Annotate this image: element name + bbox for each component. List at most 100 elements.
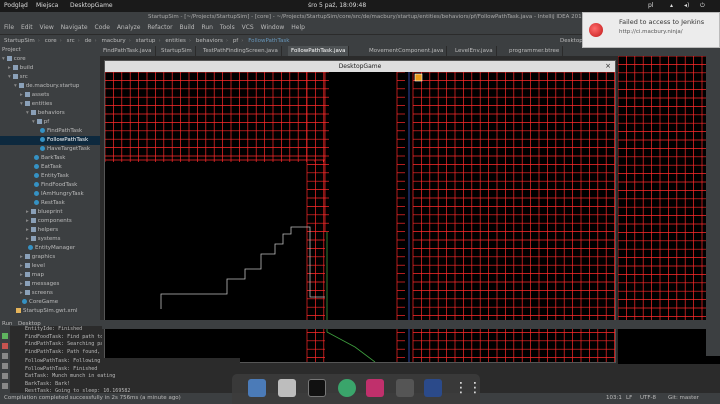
scroll-icon[interactable] [2,363,8,369]
spotify-icon[interactable] [338,379,356,397]
breadcrumb-src[interactable]: src [67,38,75,44]
tree-node[interactable]: FindPathTask [0,127,100,136]
breadcrumb-project[interactable]: StartupSim [4,38,35,44]
tree-node[interactable]: RestTask [0,199,100,208]
breadcrumb-macbury[interactable]: macbury [101,38,125,44]
vcs-branch[interactable]: Git: master [668,393,699,404]
game-canvas[interactable] [105,72,615,362]
tree-node[interactable]: ▸ build [0,64,100,73]
tree-node[interactable]: ▾ entities [0,100,100,109]
tree-node[interactable]: ▸ blueprint [0,208,100,217]
expand-arrow-icon[interactable]: ▸ [20,254,23,260]
menu-navigate[interactable]: Navigate [61,24,88,31]
menu-window[interactable]: Window [261,24,285,31]
tab-movementcomponent[interactable]: MovementComponent.java [366,46,448,56]
tree-node[interactable]: ▾ core [0,55,100,64]
notification-url[interactable]: http://ci.macbury.ninja/ [619,29,683,35]
tree-node[interactable]: StartupSim.gwt.xml [0,307,100,316]
power-icon[interactable]: ⏻ [700,0,705,12]
status-message[interactable]: Compilation completed successfully in 2s… [4,393,181,404]
expand-arrow-icon[interactable]: ▸ [8,65,11,71]
expand-arrow-icon[interactable]: ▾ [14,83,17,89]
tab-levelenv[interactable]: LevelEnv.java [452,46,497,56]
settings-icon[interactable] [2,383,8,389]
caret-position[interactable]: 103:1 [606,393,622,404]
tree-node[interactable]: ▾ de.macbury.startup [0,82,100,91]
expand-arrow-icon[interactable]: ▾ [26,110,29,116]
tab-testpathfindingscreen[interactable]: TestPathFindingScreen.java [200,46,282,56]
os-menu-places-preview[interactable]: Podgląd [4,0,28,12]
os-clock[interactable]: śro 5 paź, 18:09:48 [308,0,366,12]
close-icon[interactable]: × [605,61,611,72]
run-console-lower[interactable]: FollowPathTask: Following FollowPathTask… [10,358,240,394]
expand-arrow-icon[interactable]: ▾ [32,119,35,125]
tree-node[interactable]: ▸ level [0,262,100,271]
screenshot-icon[interactable] [396,379,414,397]
stop-icon[interactable] [2,343,8,349]
breadcrumb-followpathtask[interactable]: FollowPathTask [248,38,289,44]
tree-node[interactable]: ▸ assets [0,91,100,100]
tree-node[interactable]: ▸ messages [0,280,100,289]
tree-node[interactable]: ▸ components [0,217,100,226]
menu-code[interactable]: Code [95,24,110,31]
entity-sprite-icon[interactable] [414,73,423,82]
tree-node[interactable]: ▸ systems [0,235,100,244]
expand-arrow-icon[interactable]: ▾ [20,101,23,107]
menu-run[interactable]: Run [201,24,213,31]
file-encoding[interactable]: UTF-8 [640,393,656,404]
menu-analyze[interactable]: Analyze [117,24,141,31]
tree-node[interactable]: IAmHungryTask [0,190,100,199]
expand-arrow-icon[interactable]: ▸ [20,290,23,296]
expand-arrow-icon[interactable]: ▸ [26,209,29,215]
tab-startupsim[interactable]: StartupSim [158,46,196,56]
game-window-titlebar[interactable]: DesktopGame × [105,61,615,72]
tree-node[interactable]: ▸ graphics [0,253,100,262]
breadcrumb-entities[interactable]: entities [165,38,186,44]
expand-arrow-icon[interactable]: ▸ [26,218,29,224]
tab-followpathtask[interactable]: FollowPathTask.java [288,46,350,56]
tree-node[interactable]: FollowPathTask [0,136,100,145]
menu-file[interactable]: File [4,24,14,31]
os-lang-indicator[interactable]: pl [648,0,653,12]
tree-node[interactable]: ▾ src [0,73,100,82]
tree-node[interactable]: EntityManager [0,244,100,253]
expand-arrow-icon[interactable]: ▾ [8,74,11,80]
tree-node[interactable]: ▸ helpers [0,226,100,235]
menu-build[interactable]: Build [180,24,195,31]
tree-node[interactable]: ▸ map [0,271,100,280]
desktop-game-window[interactable]: DesktopGame × [104,60,616,363]
menu-view[interactable]: View [40,24,54,31]
breadcrumb-pf[interactable]: pf [233,38,238,44]
os-menu-places[interactable]: Miejsca [36,0,58,12]
expand-arrow-icon[interactable]: ▾ [2,56,5,62]
terminal-icon[interactable] [308,379,326,397]
breadcrumb-core[interactable]: core [45,38,57,44]
expand-arrow-icon[interactable]: ▸ [26,227,29,233]
menu-tools[interactable]: Tools [220,24,235,31]
network-icon[interactable]: ▴ [670,0,673,12]
print-icon[interactable] [2,373,8,379]
expand-arrow-icon[interactable]: ▸ [20,272,23,278]
apps-grid-icon[interactable]: ⋮⋮ [454,379,482,397]
expand-arrow-icon[interactable]: ▸ [20,263,23,269]
expand-arrow-icon[interactable]: ▸ [20,281,23,287]
breadcrumb-startup[interactable]: startup [136,38,156,44]
tree-node[interactable]: BarkTask [0,154,100,163]
menu-vcs[interactable]: VCS [242,24,254,31]
finder-icon[interactable] [248,379,266,397]
os-active-app[interactable]: DesktopGame [70,0,113,12]
tree-node[interactable]: EntityTask [0,172,100,181]
files-icon[interactable] [278,379,296,397]
tab-programmer-btree[interactable]: programmer.btree [506,46,564,56]
project-view-selector[interactable]: Project [2,47,21,53]
expand-arrow-icon[interactable]: ▸ [26,236,29,242]
tree-node[interactable]: HaveTargetTask [0,145,100,154]
tree-node[interactable]: FindFoodTask [0,181,100,190]
tree-node[interactable]: ▾ behaviors [0,109,100,118]
pause-icon[interactable] [2,353,8,359]
menu-help[interactable]: Help [291,24,305,31]
rerun-icon[interactable] [2,333,8,339]
menu-refactor[interactable]: Refactor [147,24,172,31]
java-icon[interactable] [424,379,442,397]
line-separator[interactable]: LF [626,393,632,404]
